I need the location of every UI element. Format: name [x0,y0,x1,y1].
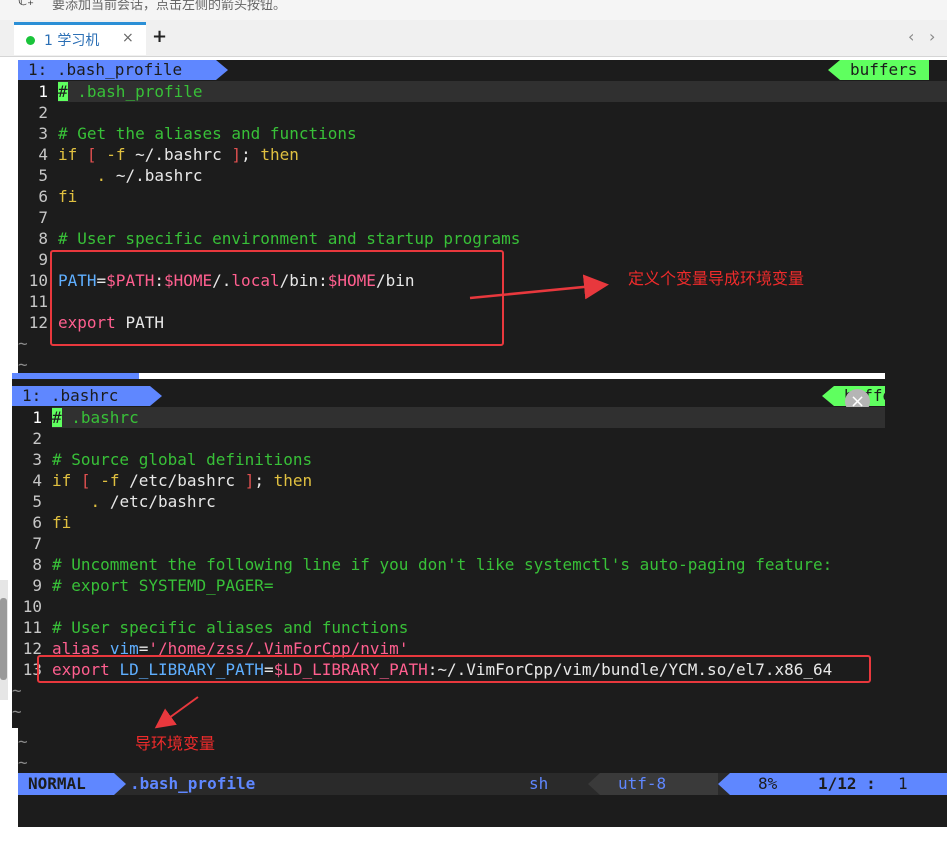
annotation-note-2: 导环境变量 [135,734,216,753]
annotation-note-1: 定义个变量导成环境变量 [628,269,805,288]
annotation-arrow-1 [469,274,609,300]
annotation-arrow-2 [154,696,199,729]
annotation-arrows [154,274,609,729]
